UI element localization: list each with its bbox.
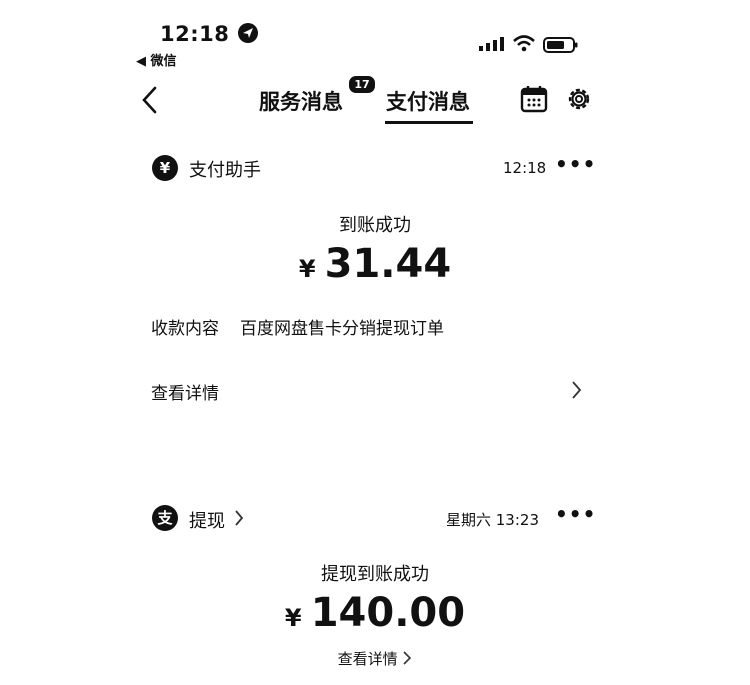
card2-chevron-right-icon[interactable] — [402, 651, 412, 665]
card1-field-value: 百度网盘售卡分销提现订单 — [240, 319, 444, 339]
back-chevron-icon[interactable] — [139, 85, 159, 115]
card1-title: 到账成功 — [339, 215, 411, 236]
card1-amount: 31.44 — [324, 241, 452, 287]
status-time: 12:18 — [160, 22, 259, 46]
settings-gear-icon[interactable] — [565, 85, 593, 113]
card2-title: 提现到账成功 — [321, 564, 429, 585]
payment-assistant-yen-icon: ¥ — [152, 155, 178, 181]
back-to-app-link[interactable]: ◀ 微信 — [136, 50, 177, 69]
card2-view-details-row[interactable]: 查看详情 — [0, 648, 750, 669]
active-tab-indicator — [385, 121, 473, 124]
cellular-signal-icon — [479, 37, 504, 51]
card1-more-icon[interactable]: ••• — [555, 152, 596, 176]
card1-chevron-right-icon[interactable] — [569, 380, 583, 400]
card1-view-details[interactable]: 查看详情 — [151, 379, 219, 404]
card1-sender[interactable]: 支付助手 — [189, 156, 261, 182]
alipay-icon: 支 — [152, 505, 178, 531]
card2-sender-chevron-icon[interactable] — [233, 509, 245, 527]
card2-view-details[interactable]: 查看详情 — [338, 650, 398, 668]
card1-time: 12:18 — [503, 159, 547, 177]
card1-currency: ¥ — [298, 255, 316, 283]
card2-currency: ¥ — [284, 604, 302, 632]
card2-time: 星期六 13:23 — [446, 511, 539, 529]
card1-field-label: 收款内容 — [151, 319, 219, 339]
tab-service-messages[interactable]: 服务消息 — [259, 86, 343, 116]
calendar-icon[interactable] — [519, 84, 549, 114]
unread-badge: 17 — [347, 74, 377, 95]
card2-amount-row: ¥ 140.00 — [0, 590, 750, 636]
card1-amount-row: ¥ 31.44 — [0, 241, 750, 287]
card2-sender[interactable]: 提现 — [189, 507, 225, 533]
tab-payment-messages[interactable]: 支付消息 — [386, 86, 470, 116]
card2-more-icon[interactable]: ••• — [555, 502, 596, 526]
location-arrow-icon — [238, 23, 259, 43]
battery-icon — [543, 37, 578, 53]
card2-amount: 140.00 — [310, 590, 466, 636]
wifi-icon — [513, 35, 535, 52]
